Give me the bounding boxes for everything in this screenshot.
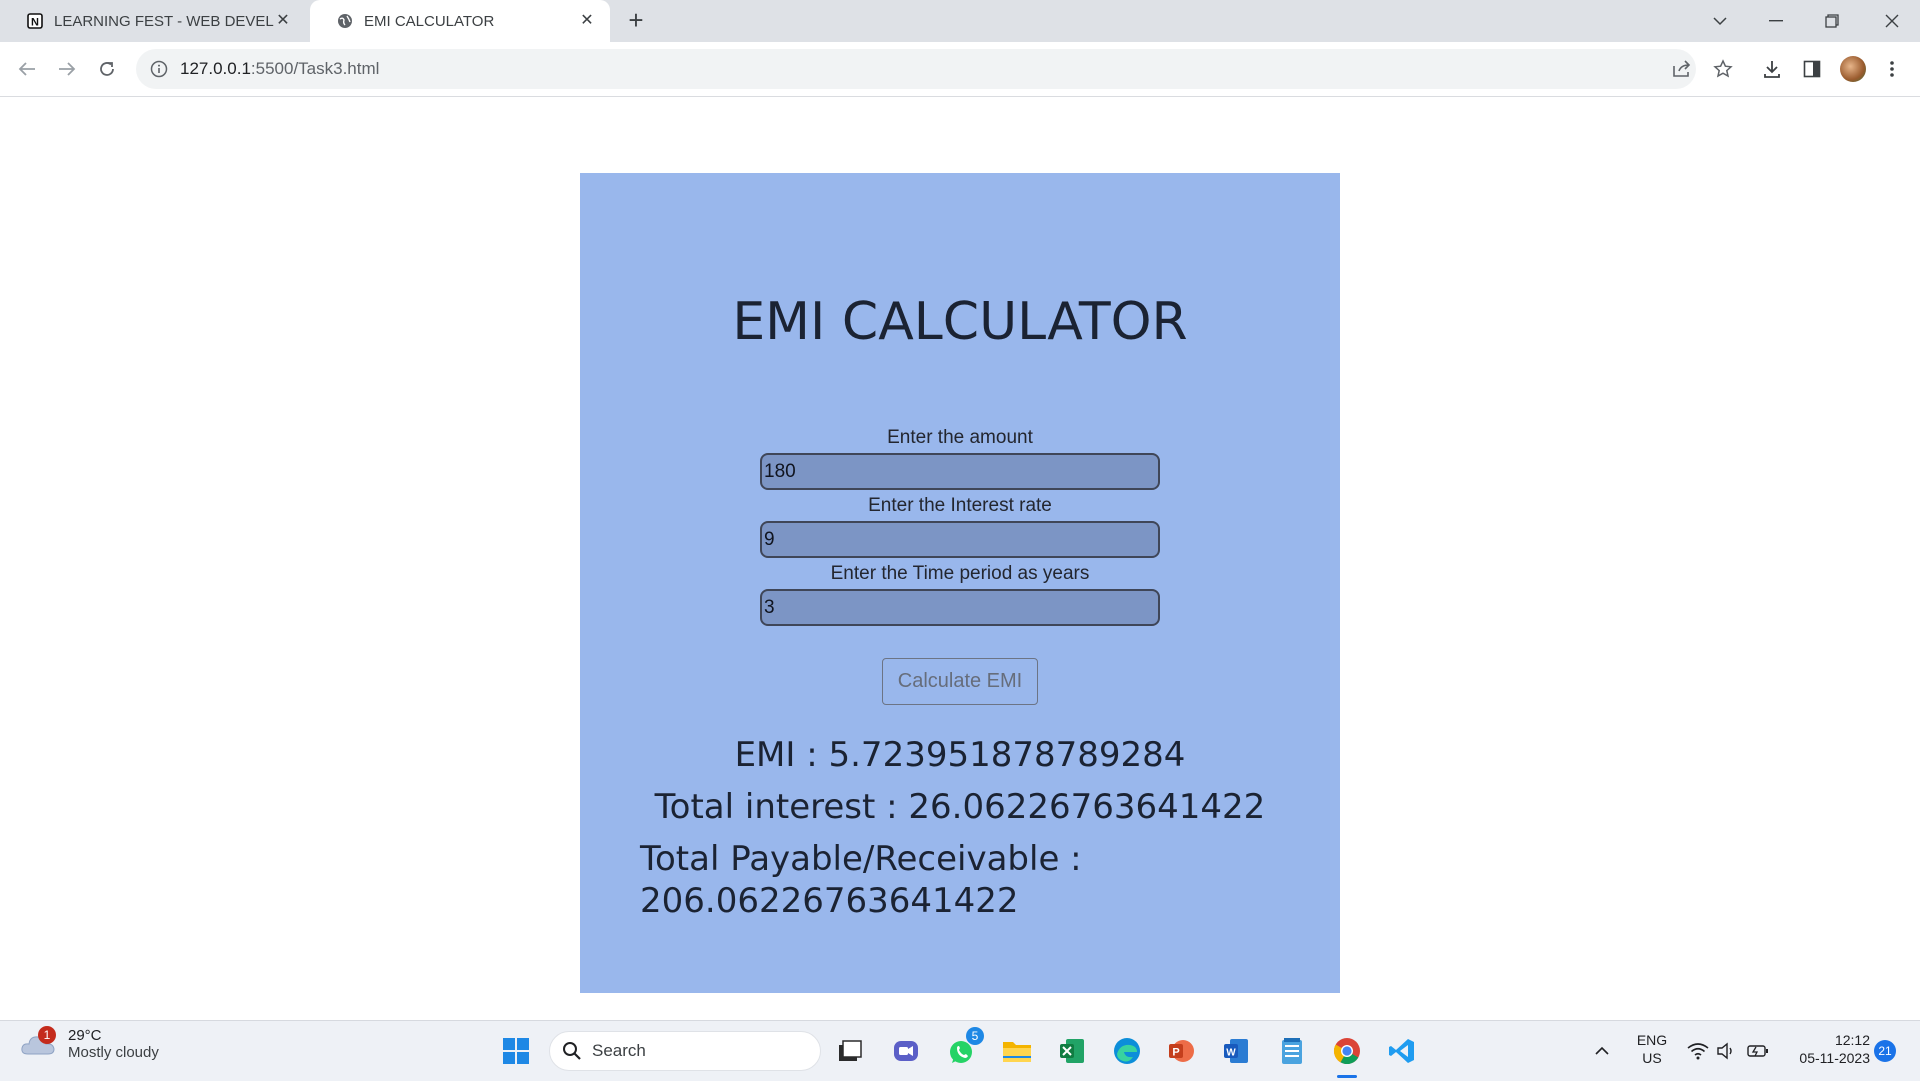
vscode-icon[interactable] [1384, 1033, 1420, 1069]
show-hidden-icons-chevron[interactable] [1584, 1033, 1620, 1069]
close-window-icon[interactable] [1864, 0, 1920, 42]
search-placeholder: Search [592, 1041, 646, 1060]
globe-icon [336, 12, 354, 30]
weather-badge: 1 [38, 1026, 56, 1044]
cloud-icon: 1 [20, 1026, 56, 1058]
excel-icon[interactable] [1054, 1033, 1090, 1069]
back-arrow-icon[interactable] [12, 54, 42, 84]
weather-desc: Mostly cloudy [68, 1044, 159, 1061]
svg-text:W: W [1226, 1048, 1236, 1059]
notification-badge[interactable]: 21 [1874, 1040, 1896, 1062]
share-icon[interactable] [1667, 54, 1697, 84]
interest-rate-label: Enter the Interest rate [868, 495, 1052, 516]
battery-icon[interactable] [1740, 1033, 1776, 1069]
tab-title: LEARNING FEST - WEB DEVELOP [54, 12, 274, 30]
reload-icon[interactable] [92, 54, 122, 84]
clock-time: 12:12 [1834, 1032, 1870, 1048]
svg-text:P: P [1172, 1047, 1179, 1059]
windows-start-icon[interactable] [498, 1033, 534, 1069]
language-code: ENG [1636, 1032, 1668, 1048]
amount-label: Enter the amount [887, 427, 1033, 448]
side-panel-icon[interactable] [1797, 54, 1827, 84]
close-tab-icon[interactable]: ✕ [578, 12, 596, 30]
word-icon[interactable]: W [1218, 1033, 1254, 1069]
calculate-emi-button[interactable]: Calculate EMI [882, 658, 1038, 705]
total-payable-value: 206.06226763641422 [640, 881, 1019, 921]
tab-emi-calculator[interactable]: EMI CALCULATOR ✕ [310, 0, 610, 42]
volume-icon[interactable] [1708, 1033, 1744, 1069]
url-path: :5500/Task3.html [250, 59, 380, 78]
emi-result: EMI : 5.723951878789284 [734, 735, 1186, 775]
notepad-icon[interactable] [1274, 1033, 1310, 1069]
clock-date: 05-11-2023 [1799, 1050, 1870, 1066]
forward-arrow-icon[interactable] [52, 54, 82, 84]
tab-title: EMI CALCULATOR [364, 12, 495, 30]
profile-avatar[interactable] [1838, 54, 1868, 84]
download-icon[interactable] [1757, 54, 1787, 84]
active-app-indicator [1337, 1075, 1357, 1078]
search-icon [562, 1041, 582, 1061]
language-indicator[interactable]: ENG US [1630, 1031, 1674, 1067]
bookmark-star-icon[interactable] [1708, 54, 1738, 84]
total-interest-result: Total interest : 26.06226763641422 [654, 787, 1266, 827]
menu-kebab-icon[interactable] [1877, 54, 1907, 84]
address-bar[interactable]: 127.0.0.1:5500/Task3.html [136, 49, 1696, 89]
tab-learning-fest[interactable]: N LEARNING FEST - WEB DEVELOP ✕ [0, 0, 306, 42]
tab-search-chevron-icon[interactable] [1692, 0, 1748, 42]
emi-calculator-card: EMI CALCULATOR Enter the amount Enter th… [580, 173, 1340, 993]
teams-chat-icon[interactable] [888, 1033, 924, 1069]
clock[interactable]: 12:12 05-11-2023 [1780, 1031, 1870, 1067]
new-tab-button[interactable]: + [622, 7, 650, 35]
interest-rate-input[interactable] [760, 521, 1160, 558]
amount-input[interactable] [760, 453, 1160, 490]
time-period-input[interactable] [760, 589, 1160, 626]
weather-widget[interactable]: 1 29°C Mostly cloudy [20, 1026, 159, 1061]
avatar-image [1840, 56, 1866, 82]
close-tab-icon[interactable]: ✕ [274, 12, 292, 30]
page-title: EMI CALCULATOR [732, 292, 1188, 352]
total-payable-label: Total Payable/Receivable : [640, 839, 1082, 879]
whatsapp-badge: 5 [966, 1027, 984, 1045]
language-region: US [1642, 1050, 1662, 1066]
notion-icon: N [26, 12, 44, 30]
weather-temp: 29°C [68, 1027, 102, 1044]
chrome-icon[interactable] [1329, 1033, 1365, 1078]
svg-text:N: N [31, 17, 39, 29]
url-host: 127.0.0.1 [180, 59, 251, 78]
task-view-icon[interactable] [832, 1033, 868, 1069]
powerpoint-icon[interactable]: P [1163, 1033, 1199, 1069]
windows-taskbar: 1 29°C Mostly cloudy Search 5 P W ENG US… [0, 1020, 1920, 1081]
file-explorer-icon[interactable] [999, 1033, 1035, 1069]
info-icon[interactable] [150, 60, 168, 78]
restore-icon[interactable] [1804, 0, 1860, 42]
tab-strip: N LEARNING FEST - WEB DEVELOP ✕ EMI CALC… [0, 0, 1920, 42]
browser-toolbar: 127.0.0.1:5500/Task3.html [0, 42, 1920, 97]
taskbar-search[interactable]: Search [549, 1031, 821, 1071]
time-period-label: Enter the Time period as years [830, 563, 1090, 584]
whatsapp-icon[interactable]: 5 [944, 1027, 984, 1069]
edge-icon[interactable] [1109, 1033, 1145, 1069]
minimize-icon[interactable] [1748, 0, 1804, 42]
